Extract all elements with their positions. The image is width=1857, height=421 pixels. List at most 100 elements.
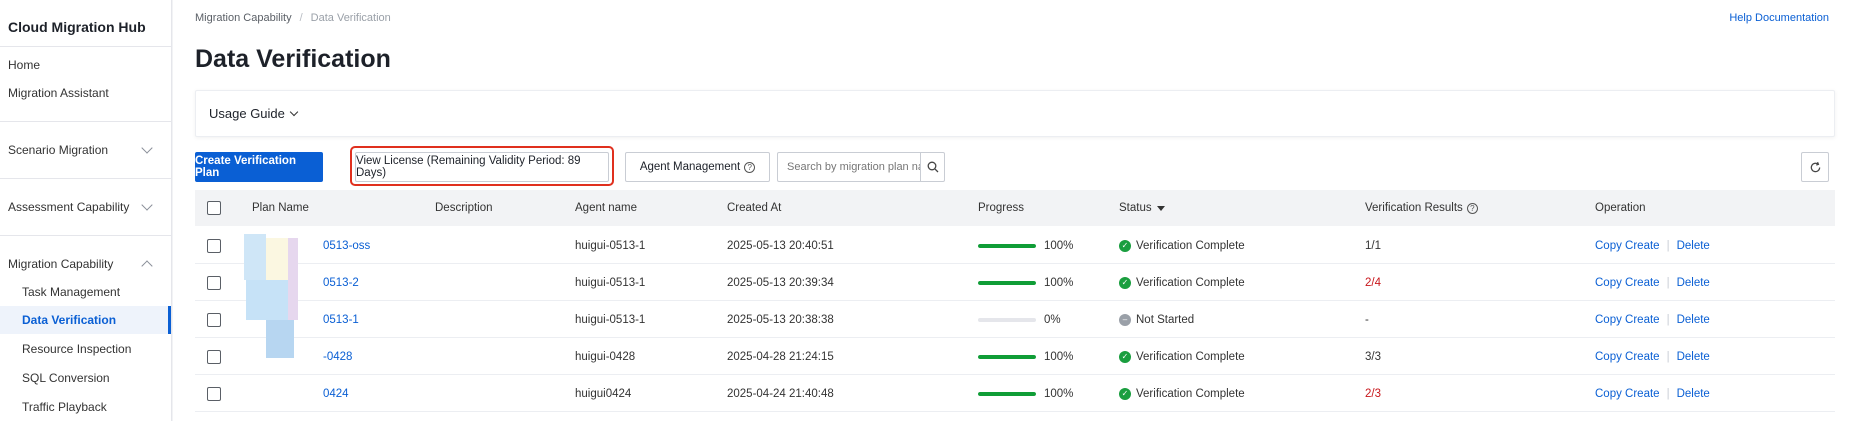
operation-separator: | (1666, 239, 1670, 252)
refresh-icon (1810, 161, 1820, 172)
blurred-region (266, 238, 288, 280)
created-at-cell: 2025-05-13 20:38:38 (727, 313, 834, 326)
created-at-cell: 2025-05-13 20:40:51 (727, 239, 834, 252)
row-checkbox[interactable] (207, 349, 221, 364)
create-verification-plan-button[interactable]: Create Verification Plan (195, 152, 323, 182)
progress-fill (978, 280, 1036, 285)
row-select-cell (207, 264, 221, 301)
plan-name-link[interactable]: 0513-1 (323, 314, 359, 326)
plan-name-link[interactable]: 0513-oss (323, 240, 370, 252)
agent-management-button[interactable]: Agent Management ? (625, 152, 770, 182)
blurred-region (246, 280, 288, 320)
table-header: Plan Name Description Agent name Created… (195, 190, 1835, 226)
sidebar-item-label: Resource Inspection (22, 342, 132, 356)
divider (0, 178, 172, 179)
breadcrumb-separator: / (299, 12, 303, 24)
usage-guide-label: Usage Guide (209, 106, 285, 121)
plan-name-cell: 0513-oss (323, 227, 370, 264)
delete-link[interactable]: Delete (1677, 277, 1710, 289)
search-input[interactable] (778, 153, 920, 181)
copy-create-link[interactable]: Copy Create (1595, 388, 1660, 400)
row-checkbox[interactable] (207, 312, 221, 327)
sidebar-item-scenario-migration[interactable]: Scenario Migration (0, 136, 171, 164)
chevron-down-icon (289, 107, 299, 116)
copy-create-link[interactable]: Copy Create (1595, 351, 1660, 363)
verification-result-cell: 2/3 (1365, 387, 1381, 400)
status-cell: ✓ Verification Complete (1119, 338, 1245, 375)
divider (0, 235, 172, 236)
status-text: Verification Complete (1136, 350, 1245, 363)
search-button[interactable] (920, 153, 944, 181)
operation-separator: | (1666, 350, 1670, 363)
sidebar-item-label: Home (8, 58, 41, 72)
blurred-region (266, 320, 294, 358)
row-checkbox[interactable] (207, 238, 221, 253)
breadcrumb-current: Data Verification (310, 12, 391, 24)
copy-create-link[interactable]: Copy Create (1595, 314, 1660, 326)
table-row: 0424 huigui0424 2025-04-24 21:40:48 100% ✓ Ve… (195, 375, 1835, 412)
sidebar-item-sql-conversion[interactable]: SQL Conversion (0, 364, 171, 392)
agent-name-cell: huigui-0513-1 (575, 239, 646, 252)
check-circle-icon: ✓ (1119, 387, 1131, 400)
brand-title: Cloud Migration Hub (8, 19, 146, 35)
breadcrumb: Migration Capability / Data Verification (195, 12, 391, 24)
status-cell: ✓ Verification Complete (1119, 264, 1245, 301)
verification-result-cell: 2/4 (1365, 276, 1381, 289)
delete-link[interactable]: Delete (1677, 314, 1710, 326)
delete-link[interactable]: Delete (1677, 351, 1710, 363)
operation-cell: Copy Create | Delete (1595, 301, 1710, 338)
agent-name-cell: huigui0424 (575, 387, 632, 400)
status-text: Verification Complete (1136, 276, 1245, 289)
plan-name-cell: 0513-2 (323, 264, 359, 301)
sidebar-item-migration-capability[interactable]: Migration Capability (0, 250, 171, 278)
sidebar-item-migration-assistant[interactable]: Migration Assistant (0, 79, 171, 107)
agent-management-label: Agent Management (639, 161, 741, 173)
progress-text: 100% (1044, 276, 1074, 289)
status-cell: – Not Started (1119, 301, 1194, 338)
delete-link[interactable]: Delete (1677, 388, 1710, 400)
copy-create-link[interactable]: Copy Create (1595, 277, 1660, 289)
row-checkbox[interactable] (207, 275, 221, 290)
sidebar-item-label: Traffic Playback (22, 400, 107, 414)
progress-cell: 0% (978, 301, 1061, 338)
table-row: -0428 huigui-0428 2025-04-28 21:24:15 100% ✓… (195, 338, 1835, 375)
sidebar-item-label: Task Management (22, 285, 121, 299)
progress-bar (978, 391, 1036, 396)
chevron-down-icon (141, 142, 153, 154)
help-circle-icon[interactable]: ? (744, 161, 756, 173)
breadcrumb-item[interactable]: Migration Capability (195, 12, 292, 24)
operation-separator: | (1666, 276, 1670, 289)
sidebar-item-data-verification[interactable]: Data Verification (0, 306, 171, 334)
status-column-header[interactable]: Status (1119, 190, 1165, 226)
help-documentation-link[interactable]: Help Documentation (1729, 12, 1829, 24)
plan-name-link[interactable]: 0513-2 (323, 277, 359, 289)
row-select-cell (207, 301, 221, 338)
sidebar-item-traffic-playback[interactable]: Traffic Playback (0, 393, 171, 421)
sidebar-item-task-management[interactable]: Task Management (0, 278, 171, 306)
select-all-checkbox[interactable] (207, 201, 221, 215)
column-header: Created At (727, 202, 782, 214)
progress-cell: 100% (978, 264, 1073, 301)
usage-guide-toggle[interactable]: Usage Guide (195, 90, 1835, 137)
sidebar: Cloud Migration Hub Home Migration Assis… (0, 0, 172, 421)
sidebar-item-home[interactable]: Home (0, 51, 171, 79)
search-icon (927, 161, 938, 173)
sidebar-item-resource-inspection[interactable]: Resource Inspection (0, 335, 171, 363)
created-at-cell: 2025-05-13 20:39:34 (727, 276, 834, 289)
refresh-button[interactable] (1801, 152, 1829, 182)
progress-bar (978, 280, 1036, 285)
plan-name-link[interactable]: -0428 (323, 351, 352, 363)
page-title: Data Verification (195, 45, 391, 73)
progress-fill (978, 391, 1036, 396)
sidebar-item-label: SQL Conversion (22, 371, 110, 385)
help-circle-icon[interactable]: ? (1466, 202, 1478, 214)
row-checkbox[interactable] (207, 386, 221, 401)
pending-circle-icon: – (1119, 313, 1131, 326)
status-text: Verification Complete (1136, 387, 1245, 400)
copy-create-link[interactable]: Copy Create (1595, 240, 1660, 252)
sidebar-item-assessment-capability[interactable]: Assessment Capability (0, 193, 171, 221)
column-header: Progress (978, 202, 1025, 214)
progress-text: 100% (1044, 350, 1074, 363)
delete-link[interactable]: Delete (1677, 240, 1710, 252)
plan-name-link[interactable]: 0424 (323, 388, 349, 400)
